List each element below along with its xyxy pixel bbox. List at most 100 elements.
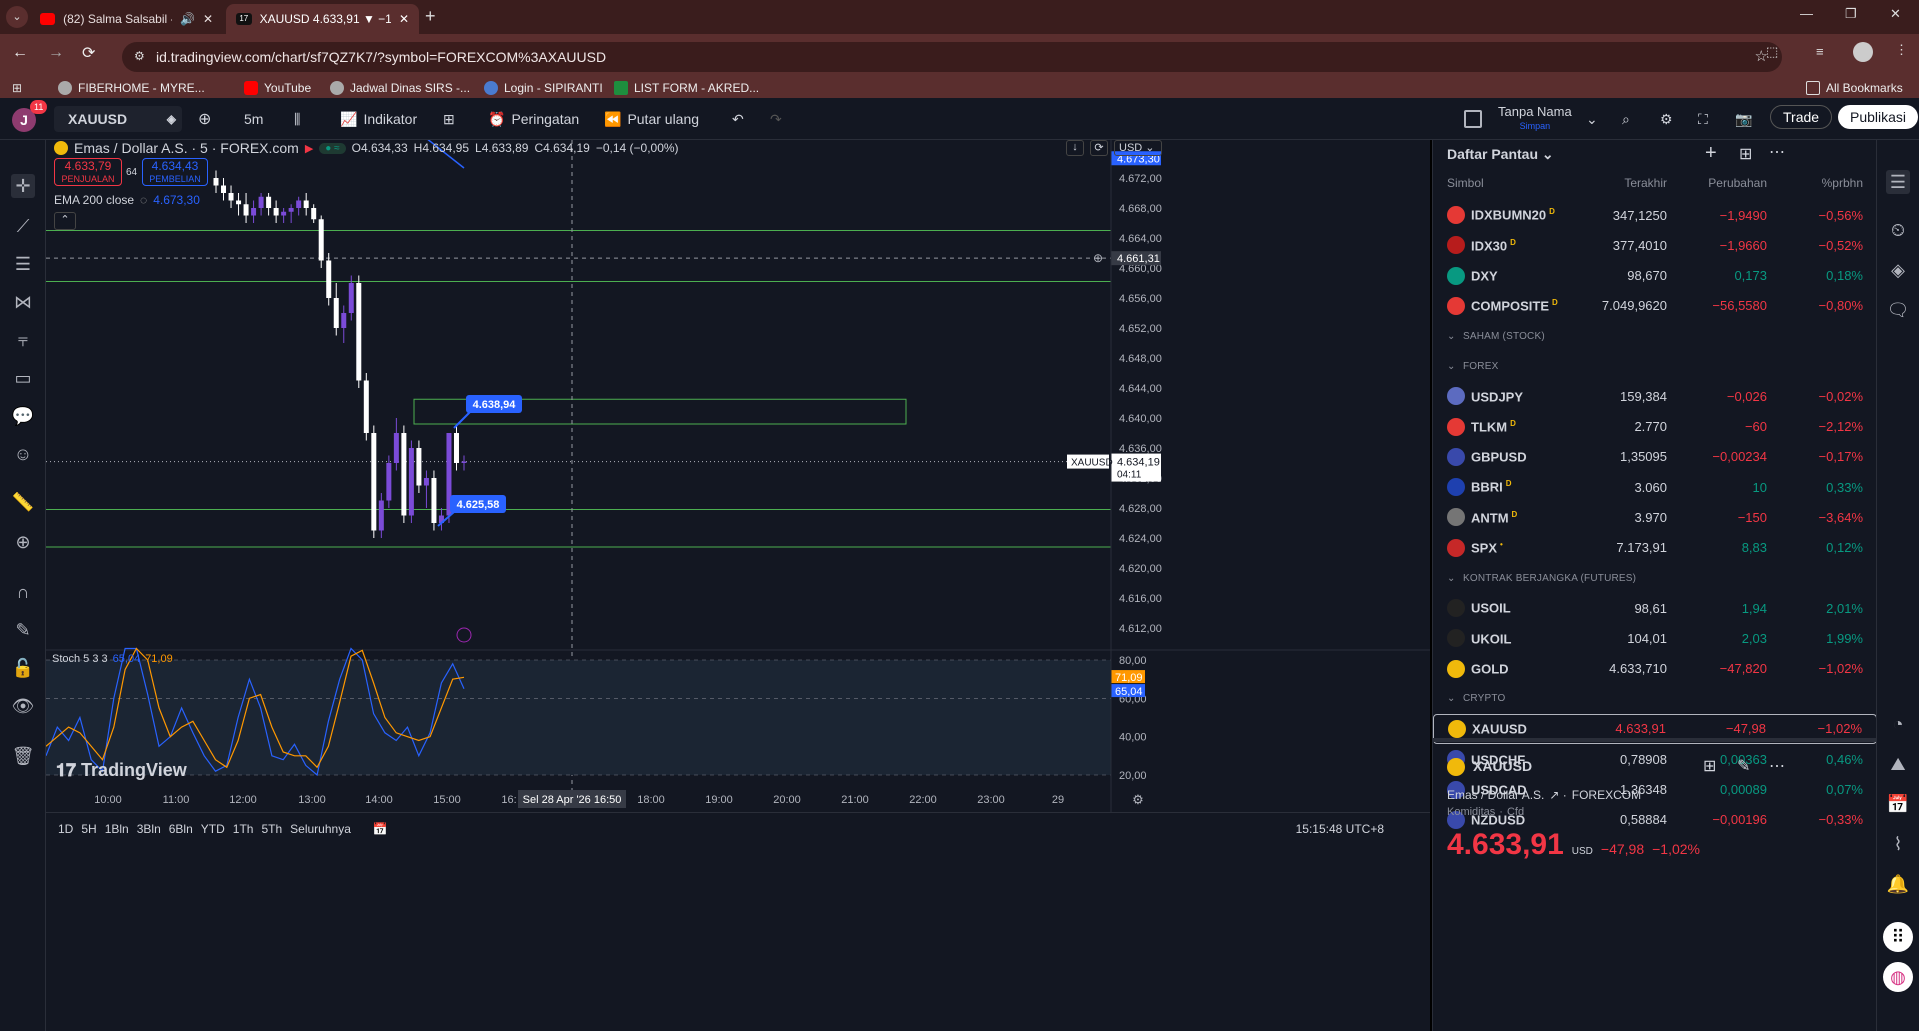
range-6bln[interactable]: 6Bln xyxy=(169,822,193,836)
symbol-search[interactable]: XAUUSD ◈ xyxy=(54,106,182,132)
reload-icon[interactable]: ⟳ xyxy=(82,43,95,63)
indicators-button[interactable]: 📈 Indikator xyxy=(340,107,417,131)
speaker-icon[interactable]: 🔊 xyxy=(180,12,195,26)
candle-type-icon[interactable]: ⫼ xyxy=(294,107,300,131)
url-field[interactable]: ⚙ id.tradingview.com/chart/sf7QZ7K7/?sym… xyxy=(122,42,1782,72)
apps-icon[interactable]: ⊞ xyxy=(12,77,22,99)
profile-avatar[interactable] xyxy=(1853,42,1873,62)
shapes-icon[interactable]: ▭ xyxy=(11,366,35,390)
crosshair-icon[interactable]: ✛ xyxy=(11,174,35,198)
site-info-icon[interactable]: ⚙ xyxy=(134,49,145,63)
ideas-icon[interactable]: ⛰ xyxy=(1886,752,1910,776)
trendline-icon[interactable]: ⟋ xyxy=(11,214,35,238)
add-symbol-icon[interactable]: + xyxy=(1705,142,1717,165)
range-1bln[interactable]: 1Bln xyxy=(105,822,129,836)
watchlist-title[interactable]: Daftar Pantau ⌄ xyxy=(1447,146,1554,163)
bookmark-jadwal[interactable]: Jadwal Dinas SIRS -... xyxy=(330,77,470,99)
range-5th[interactable]: 5Th xyxy=(261,822,282,836)
compare-add-icon[interactable]: ⊕ xyxy=(198,107,211,131)
section-chevron-icon[interactable]: ⌄ xyxy=(1447,693,1456,704)
watchlist-row[interactable]: TLKM D 2.770 −60 −2,12% xyxy=(1433,412,1877,442)
watchlist-row[interactable]: UKOIL 104,01 2,03 1,99% xyxy=(1433,623,1877,653)
all-bookmarks[interactable]: All Bookmarks xyxy=(1806,77,1903,99)
pattern-icon[interactable]: ⋈ xyxy=(11,290,35,314)
section-chevron-icon[interactable]: ⌄ xyxy=(1447,331,1456,342)
redo-icon[interactable]: ↷ xyxy=(770,107,782,131)
watchlist-row[interactable]: USOIL 98,61 1,94 2,01% xyxy=(1433,593,1877,623)
range-1th[interactable]: 1Th xyxy=(233,822,254,836)
lock-pencil-icon[interactable]: ✎ xyxy=(11,618,35,642)
magnet-icon[interactable]: ∩ xyxy=(11,580,35,604)
col-symbol[interactable]: Simbol xyxy=(1447,176,1484,190)
col-percent[interactable]: %prbhn xyxy=(1822,176,1863,190)
section-chevron-icon[interactable]: ⌄ xyxy=(1447,573,1456,584)
watchlist-row[interactable]: GBPUSD 1,35095 −0,00234 −0,17% xyxy=(1433,442,1877,472)
help-colorful-icon[interactable]: ◍ xyxy=(1883,962,1913,992)
close-window-icon[interactable]: ✕ xyxy=(1890,6,1901,22)
scroll-down-icon[interactable]: ↓ xyxy=(1066,140,1084,156)
sell-box[interactable]: 4.633,79 PENJUALAN xyxy=(54,158,122,186)
publish-button[interactable]: Publikasi xyxy=(1838,105,1919,129)
tab-youtube[interactable]: (82) Salma Salsabil - Bunga 🔊 ✕ xyxy=(30,4,223,34)
settings-gear-icon[interactable]: ⚙ xyxy=(1660,107,1673,131)
date-range-icon[interactable]: 📅 xyxy=(373,822,388,836)
bookmark-youtube[interactable]: YouTube xyxy=(244,77,311,99)
range-5h[interactable]: 5H xyxy=(81,822,96,836)
layouts-icon[interactable]: ⊞ xyxy=(443,107,455,131)
notifications-bell-icon[interactable]: 🔔 xyxy=(1886,872,1910,896)
replay-button[interactable]: ⏪ Putar ulang xyxy=(604,107,699,131)
text-note-icon[interactable]: 💬 xyxy=(11,404,35,428)
range-all[interactable]: Seluruhnya xyxy=(290,822,351,836)
bookmark-listform[interactable]: LIST FORM - AKRED... xyxy=(614,77,759,99)
watchlist-section[interactable]: ⌄ CRYPTO xyxy=(1433,684,1877,714)
watchlist-row[interactable]: SPX • 7.173,91 8,83 0,12% xyxy=(1433,533,1877,563)
detail-more-icon[interactable]: ⋯ xyxy=(1769,756,1785,776)
bookmark-fiberhome[interactable]: FIBERHOME - MYRE... xyxy=(58,77,205,99)
quick-search-icon[interactable]: ⌕ xyxy=(1622,107,1630,131)
detail-symbol[interactable]: XAUUSD xyxy=(1473,758,1532,774)
speedometer-icon[interactable]: ◔ xyxy=(1886,712,1910,736)
currency-select[interactable]: USD ⌄ xyxy=(1114,140,1162,156)
fullscreen-icon[interactable]: ⛶ xyxy=(1698,107,1708,131)
range-1d[interactable]: 1D xyxy=(58,822,73,836)
layout-checkbox-icon[interactable] xyxy=(1464,110,1482,128)
watchlist-icon[interactable]: ☰ xyxy=(1886,170,1910,194)
watchlist-row[interactable]: IDXBUMN20 D 347,1250 −1,9490 −0,56% xyxy=(1433,200,1877,230)
more-options-icon[interactable]: ⋯ xyxy=(1769,142,1785,162)
media-icon[interactable]: ≡ xyxy=(1816,44,1824,59)
apps-grid-icon[interactable]: ⠿ xyxy=(1883,922,1913,952)
fib-icon[interactable]: ☰ xyxy=(11,252,35,276)
close-tab-icon[interactable]: ✕ xyxy=(399,12,409,26)
interval-button[interactable]: 5m xyxy=(244,107,263,131)
alerts-clock-icon[interactable]: ⏲ xyxy=(1886,218,1910,242)
collapse-legend-icon[interactable]: ⌃ xyxy=(54,212,76,230)
forward-icon[interactable]: → xyxy=(48,44,64,62)
auto-scale-icon[interactable]: ⟳ xyxy=(1090,140,1108,156)
emoji-icon[interactable]: ☺ xyxy=(11,442,35,466)
watchlist-row[interactable]: GOLD 4.633,710 −47,820 −1,02% xyxy=(1433,654,1877,684)
zoom-icon[interactable]: ⊕ xyxy=(11,530,35,554)
menu-icon[interactable]: ⋮ xyxy=(1895,42,1908,58)
visibility-eye-icon[interactable]: 👁 xyxy=(11,694,35,718)
stream-icon[interactable]: ⌇ xyxy=(1886,832,1910,856)
back-icon[interactable]: ← xyxy=(12,44,28,62)
chevron-down-icon[interactable]: ⌄ xyxy=(1586,107,1598,131)
watchlist-row[interactable]: BBRI D 3.060 10 0,33% xyxy=(1433,472,1877,502)
watchlist-section[interactable]: ⌄ KONTRAK BERJANGKA (FUTURES) xyxy=(1433,563,1877,593)
alert-button[interactable]: ⏰ Peringatan xyxy=(488,107,579,131)
bookmark-sipiranti[interactable]: Login - SIPIRANTI xyxy=(484,77,603,99)
chart-pane[interactable]: 4.672,00 4.668,00 4.664,00 4.660,00 4.656,00… xyxy=(46,140,1430,1031)
lock-icon[interactable]: 🔓 xyxy=(11,656,35,680)
watchlist-row[interactable]: USDJPY 159,384 −0,026 −0,02% xyxy=(1433,381,1877,411)
minimize-icon[interactable]: — xyxy=(1800,6,1813,21)
tab-list-chevron-icon[interactable]: ⌄ xyxy=(6,6,28,28)
watchlist-section[interactable]: ⌄ SAHAM (STOCK) xyxy=(1433,321,1877,351)
price-chart[interactable]: 4.672,004.668,004.664,004.660,004.656,00… xyxy=(46,140,1430,1031)
section-chevron-icon[interactable]: ⌄ xyxy=(1447,361,1456,372)
tab-tradingview[interactable]: 17 XAUUSD 4.633,91 ▼ −1.02% Ta ✕ xyxy=(226,4,419,34)
calendar-icon[interactable]: 📅 xyxy=(1886,792,1910,816)
detail-grid-icon[interactable]: ⊞ xyxy=(1703,756,1716,776)
undo-icon[interactable]: ↶ xyxy=(732,107,744,131)
watchlist-row[interactable]: COMPOSITE D 7.049,9620 −56,5580 −0,80% xyxy=(1433,291,1877,321)
trade-button[interactable]: Trade xyxy=(1770,105,1833,129)
